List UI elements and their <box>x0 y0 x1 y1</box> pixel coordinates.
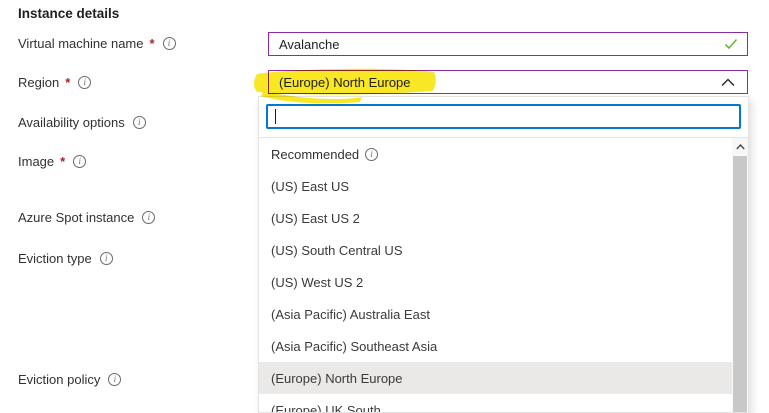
region-option-label: (US) East US 2 <box>271 211 360 226</box>
section-title: Instance details <box>18 6 119 21</box>
region-combobox[interactable]: (Europe) North Europe <box>268 70 748 94</box>
region-option[interactable]: (Asia Pacific) Australia East <box>259 298 732 330</box>
required-marker: * <box>60 154 65 169</box>
vm-name-label-text: Virtual machine name <box>18 36 144 51</box>
region-option-label: (US) East US <box>271 179 349 194</box>
region-option[interactable]: (US) South Central US <box>259 234 732 266</box>
region-label: Region * i <box>18 75 91 90</box>
region-search-box <box>266 104 741 129</box>
availability-options-label: Availability options i <box>18 115 146 130</box>
scroll-up-button[interactable] <box>732 138 748 155</box>
region-option[interactable]: (Asia Pacific) Southeast Asia <box>259 330 732 362</box>
region-search-input[interactable] <box>268 106 739 127</box>
vm-name-field <box>268 32 748 56</box>
scroll-up-arrow-icon <box>736 144 745 150</box>
image-label: Image * i <box>18 154 86 169</box>
eviction-type-label-text: Eviction type <box>18 251 92 266</box>
info-icon[interactable]: i <box>78 76 91 89</box>
image-label-text: Image <box>18 154 54 169</box>
azure-spot-instance-label: Azure Spot instance i <box>18 210 155 225</box>
region-option-label: (Europe) North Europe <box>271 371 403 386</box>
eviction-type-label: Eviction type i <box>18 251 113 266</box>
eviction-policy-label-text: Eviction policy <box>18 372 100 387</box>
region-label-text: Region <box>18 75 59 90</box>
region-option[interactable]: (Europe) UK South <box>259 394 732 412</box>
region-option[interactable]: (US) West US 2 <box>259 266 732 298</box>
scrollbar[interactable] <box>732 138 748 412</box>
required-marker: * <box>65 75 70 90</box>
info-icon[interactable]: i <box>100 252 113 265</box>
availability-options-label-text: Availability options <box>18 115 125 130</box>
region-option-label: (Asia Pacific) Southeast Asia <box>271 339 437 354</box>
region-option-label: (Asia Pacific) Australia East <box>271 307 430 322</box>
region-option-label: (Europe) UK South <box>271 403 381 413</box>
region-option-label: (US) West US 2 <box>271 275 363 290</box>
info-icon[interactable]: i <box>163 37 176 50</box>
region-option-label: (US) South Central US <box>271 243 403 258</box>
region-option-list: Recommended i (US) East US (US) East US … <box>259 138 732 412</box>
azure-spot-instance-label-text: Azure Spot instance <box>18 210 134 225</box>
region-dropdown-panel: Recommended i (US) East US (US) East US … <box>258 96 749 413</box>
eviction-policy-label: Eviction policy i <box>18 372 121 387</box>
region-group-header-text: Recommended <box>271 147 359 162</box>
info-icon[interactable]: i <box>142 211 155 224</box>
region-option[interactable]: (Europe) North Europe <box>259 362 732 394</box>
info-icon[interactable]: i <box>108 373 121 386</box>
region-option[interactable]: (US) East US 2 <box>259 202 732 234</box>
info-icon[interactable]: i <box>365 148 378 161</box>
info-icon[interactable]: i <box>133 116 146 129</box>
required-marker: * <box>150 36 155 51</box>
vm-name-label: Virtual machine name * i <box>18 36 176 51</box>
vm-name-input[interactable] <box>269 33 724 55</box>
checkmark-icon <box>724 38 738 50</box>
region-group-header: Recommended i <box>259 138 732 170</box>
region-option[interactable]: (US) East US <box>259 170 732 202</box>
region-selected-value: (Europe) North Europe <box>279 75 411 90</box>
chevron-up-icon[interactable] <box>721 78 735 87</box>
scrollbar-thumb[interactable] <box>733 156 747 412</box>
text-caret <box>275 109 276 124</box>
info-icon[interactable]: i <box>73 155 86 168</box>
